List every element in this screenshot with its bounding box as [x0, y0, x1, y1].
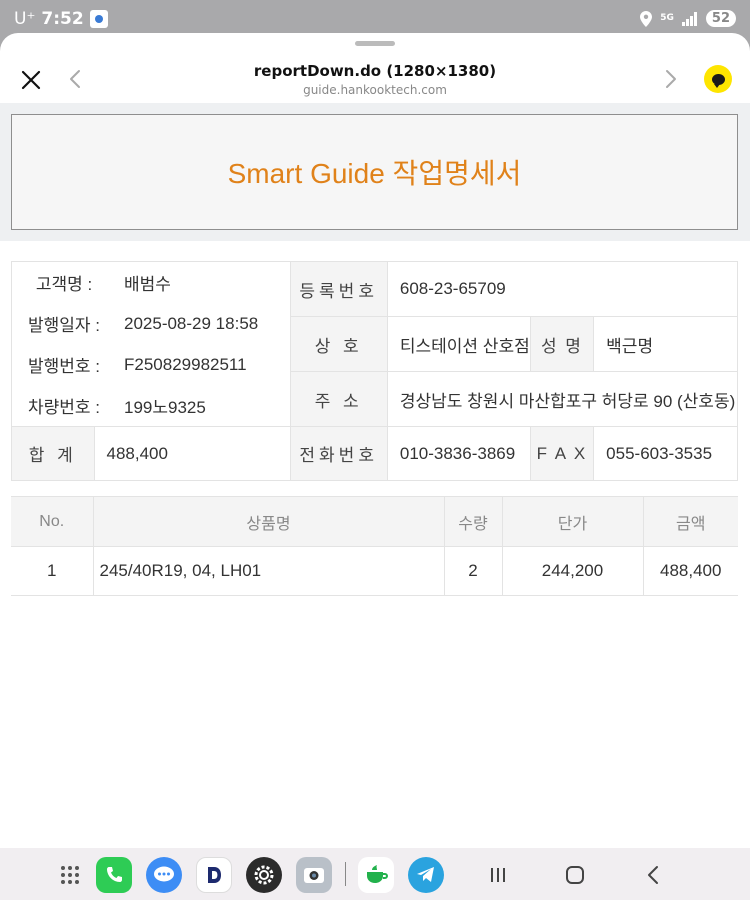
column-header-no: No.: [11, 496, 94, 547]
info-table: 고객명 : 배범수 발행일자 : 2025-08-29 18:58 발행번호 : F2…: [11, 261, 739, 481]
settings-app-icon[interactable]: [246, 857, 282, 893]
issue-number-label: 발행번호 :: [27, 357, 100, 376]
fax-number: 055-603-3535: [593, 426, 738, 481]
address: 경상남도 창원시 마산합포구 허당로 90 (산호동): [386, 371, 739, 427]
browser-sheet: reportDown.do (1280×1380) guide.hankookt…: [0, 33, 750, 848]
customer-name-label: 고객명 :: [35, 275, 93, 294]
items-table: No. 상품명 수량 단가 금액 1 245/40R19, 04, LH01 2…: [11, 496, 738, 596]
carrier-label: U⁺: [14, 9, 36, 29]
telegram-app-icon[interactable]: [408, 857, 444, 893]
gallery-notification-icon: [89, 10, 108, 28]
item-price: 244,200: [502, 546, 644, 596]
reg-number-label: 등록번호: [289, 261, 388, 317]
total-value: 488,400: [93, 426, 291, 481]
taskbar-divider: [345, 862, 346, 886]
phone-app-icon[interactable]: [96, 857, 132, 893]
item-amount: 488,400: [643, 546, 738, 596]
car-number-row: 차량번호 : 199노9325: [12, 385, 290, 426]
item-no: 1: [11, 546, 94, 596]
total-label: 합 계: [11, 426, 95, 481]
items-header-row: No. 상품명 수량 단가 금액: [11, 496, 738, 547]
green-cup-app-icon[interactable]: [358, 857, 394, 893]
fax-label: F A X: [529, 426, 595, 481]
car-number: 199노9325: [124, 398, 206, 417]
clock: 7:52: [41, 9, 84, 29]
owner-label: 성 명: [529, 316, 595, 372]
item-qty: 2: [444, 546, 503, 596]
company-name: 티스테이션 산호점: [386, 316, 531, 372]
column-header-product: 상품명: [93, 496, 445, 547]
chat-bubble-icon: [711, 73, 725, 88]
messages-app-icon[interactable]: [146, 857, 182, 893]
issue-number: F250829982511: [124, 354, 247, 374]
d-app-icon[interactable]: [196, 857, 232, 893]
page-title: reportDown.do (1280×1380): [253, 62, 497, 80]
item-name: 245/40R19, 04, LH01: [93, 546, 445, 596]
location-icon: [640, 10, 653, 27]
issue-number-row: 발행번호 : F250829982511: [12, 344, 290, 385]
forward-arrow-icon[interactable]: [662, 68, 680, 90]
column-header-amount: 금액: [643, 496, 738, 547]
column-header-qty: 수량: [444, 496, 503, 547]
system-nav-bar: [0, 848, 750, 900]
issue-date: 2025-08-29 18:58: [124, 313, 259, 333]
document-header-area: Smart Guide 작업명세서: [0, 103, 750, 241]
customer-name: 배범수: [124, 275, 171, 294]
battery-level: 52: [705, 10, 736, 27]
reg-number: 608-23-65709: [386, 261, 739, 317]
home-icon[interactable]: [557, 857, 593, 893]
phone-label: 전화번호: [289, 426, 388, 481]
car-number-label: 차량번호 :: [27, 398, 100, 417]
issue-date-row: 발행일자 : 2025-08-29 18:58: [12, 303, 290, 344]
column-header-price: 단가: [502, 496, 644, 547]
issue-date-label: 발행일자 :: [27, 316, 100, 335]
signal-icon: [681, 11, 697, 26]
document-title-box: Smart Guide 작업명세서: [11, 114, 738, 230]
recent-apps-icon[interactable]: [480, 857, 516, 893]
phone-number: 010-3836-3869: [386, 426, 531, 481]
app-drawer-icon[interactable]: [52, 857, 88, 893]
document-title: Smart Guide 작업명세서: [227, 158, 522, 189]
customer-name-row: 고객명 : 배범수: [12, 262, 290, 303]
company-label: 상 호: [289, 316, 388, 372]
sheet-drag-handle[interactable]: [355, 41, 395, 46]
table-row: 1 245/40R19, 04, LH01 2 244,200 488,400: [11, 546, 738, 596]
page-url: guide.hankooktech.com: [303, 83, 447, 97]
kakaotalk-share-button[interactable]: [704, 65, 732, 93]
owner-name: 백근명: [593, 316, 738, 372]
customer-info-cell: 고객명 : 배범수 발행일자 : 2025-08-29 18:58 발행번호 : F2…: [11, 261, 291, 427]
back-arrow-icon[interactable]: [66, 68, 84, 90]
address-label: 주 소: [289, 371, 388, 427]
close-icon[interactable]: [20, 69, 42, 91]
camera-app-icon[interactable]: [296, 857, 332, 893]
network-type: 5G: [660, 13, 674, 23]
system-back-icon[interactable]: [635, 857, 671, 893]
